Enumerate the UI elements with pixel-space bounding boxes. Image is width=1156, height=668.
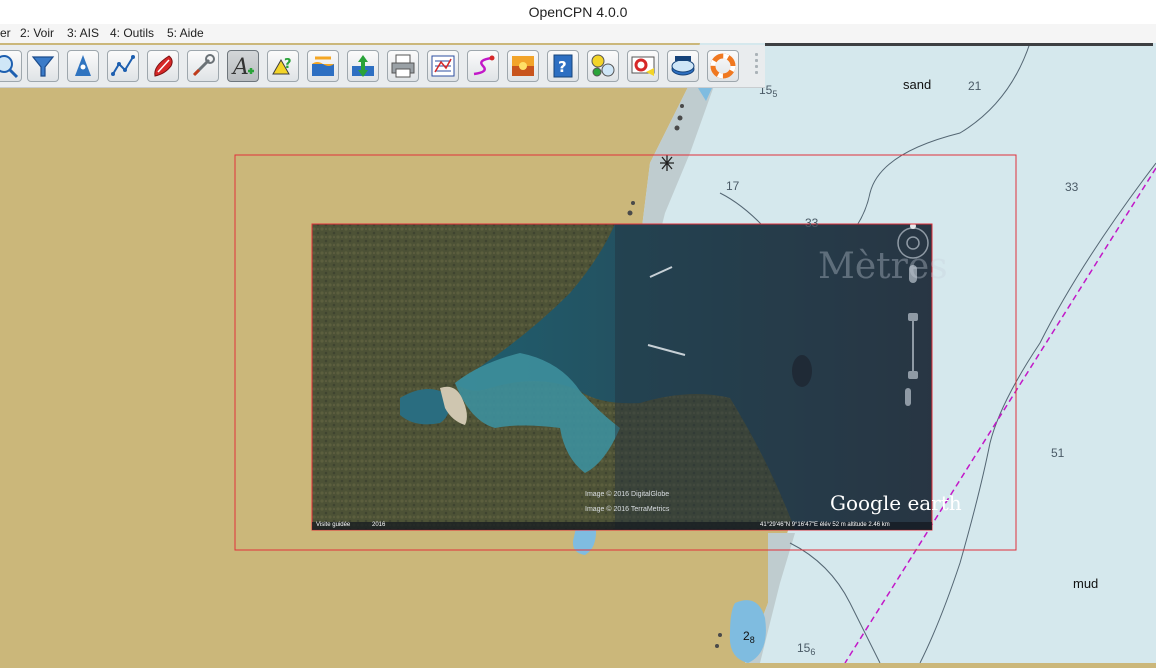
depth-sounding: 156 — [797, 641, 816, 657]
mark-question-icon: ? — [272, 57, 292, 75]
chart-lifebuoy-button[interactable] — [627, 50, 659, 82]
depth-sounding: 17 — [726, 179, 740, 193]
depth-sounding: 21 — [968, 79, 982, 93]
zoom-icon — [0, 55, 19, 79]
menu-tools[interactable]: 4: Outils — [110, 26, 154, 40]
track-button[interactable] — [467, 50, 499, 82]
year-label: 2016 — [372, 522, 386, 528]
menu-file[interactable]: er — [0, 26, 11, 40]
main-toolbar: A ? ? — [0, 45, 765, 88]
dashboard-icon — [591, 54, 615, 77]
grib-icon — [671, 56, 695, 76]
overlay-watermark: Mètres — [818, 246, 948, 287]
text-annotation-button[interactable]: A — [227, 50, 259, 82]
menu-help[interactable]: 5: Aide — [167, 26, 204, 40]
color-scheme-button[interactable] — [507, 50, 539, 82]
depth-sounding: 51 — [1051, 446, 1065, 460]
tide-button[interactable] — [307, 50, 339, 82]
menu-view[interactable]: 2: Voir — [20, 26, 54, 40]
nautical-chart — [234, 42, 1156, 664]
svg-text:?: ? — [284, 57, 292, 72]
seabed-label-mud: mud — [1073, 576, 1099, 591]
sunset-icon — [512, 56, 534, 76]
depth-sounding: 33 — [1065, 180, 1079, 194]
depth-sounding: 33 — [805, 216, 819, 230]
tour-label[interactable]: Visite guidée — [316, 522, 350, 528]
course-up-button[interactable] — [67, 50, 99, 82]
chart-edge-strip — [765, 43, 1153, 46]
settings-button[interactable] — [187, 50, 219, 82]
lifebuoy-flag-icon — [631, 56, 655, 76]
help-button[interactable]: ? — [547, 50, 579, 82]
menu-ais[interactable]: 3: AIS — [67, 26, 99, 40]
image-credit-2: Image © 2016 TerraMetrics — [585, 506, 670, 513]
lifebuoy-icon — [710, 53, 736, 79]
red-boat-icon — [154, 55, 173, 77]
dashboard-button[interactable] — [587, 50, 619, 82]
svg-text:A: A — [231, 55, 249, 80]
menu-bar: er 2: Voir 3: AIS 4: Outils 5: Aide — [0, 24, 1156, 43]
route-icon — [111, 55, 135, 76]
toolbar-grip-icon[interactable] — [754, 53, 760, 81]
tide-icon — [312, 56, 334, 76]
help-book-icon: ? — [553, 54, 573, 78]
route-manager-button[interactable] — [427, 50, 459, 82]
own-ship-button[interactable] — [147, 50, 179, 82]
mob-button[interactable] — [707, 50, 739, 82]
chart-canvas[interactable]: Mètres Google earth Image © 2016 Digital… — [0, 42, 1156, 664]
grib-button[interactable] — [667, 50, 699, 82]
print-button[interactable] — [387, 50, 419, 82]
status-readout: 41°29'46"N 9°16'47"E élév 52 m altitude … — [760, 522, 890, 528]
funnel-icon — [31, 56, 55, 77]
route-button[interactable] — [107, 50, 139, 82]
mark-button[interactable]: ? — [267, 50, 299, 82]
printer-icon — [391, 54, 415, 78]
tools-icon — [192, 54, 215, 77]
zoom-button[interactable] — [0, 50, 22, 82]
ship-up-icon — [75, 55, 91, 76]
current-button[interactable] — [347, 50, 379, 82]
window-title: OpenCPN 4.0.0 — [0, 0, 1156, 25]
seabed-label-sand: sand — [903, 77, 932, 92]
current-icon — [352, 55, 374, 77]
google-earth-logo: Google earth — [830, 491, 962, 515]
svg-text:?: ? — [558, 58, 567, 76]
track-icon — [473, 55, 495, 76]
depth-sounding: 28 — [743, 629, 755, 645]
text-annotation-icon: A — [231, 55, 254, 80]
filter-button[interactable] — [27, 50, 59, 82]
image-credit-1: Image © 2016 DigitalGlobe — [585, 491, 670, 498]
route-manager-icon — [431, 55, 455, 77]
